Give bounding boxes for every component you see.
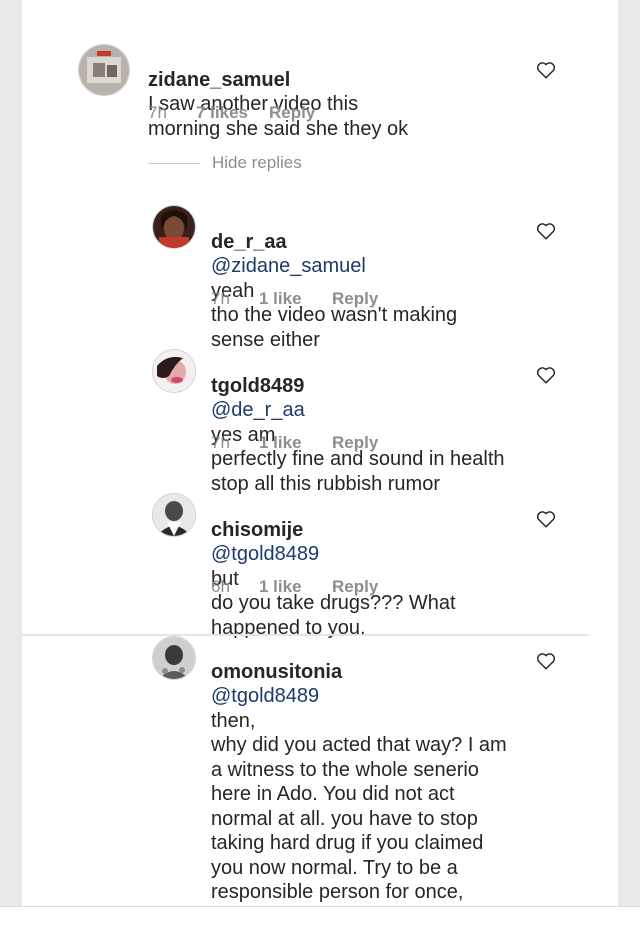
reply-button[interactable]: Reply bbox=[332, 577, 378, 597]
cropped-previous-comment bbox=[172, 0, 472, 4]
avatar[interactable] bbox=[152, 493, 196, 537]
left-edge bbox=[0, 0, 22, 906]
comment-mention[interactable]: @zidane_samuel bbox=[211, 255, 366, 277]
heart-icon[interactable] bbox=[536, 222, 556, 240]
heart-icon[interactable] bbox=[536, 510, 556, 528]
avatar[interactable] bbox=[152, 205, 196, 249]
comment-time: 7h bbox=[211, 433, 230, 452]
comment-username[interactable]: zidane_samuel bbox=[148, 69, 290, 91]
hide-replies-label[interactable]: Hide replies bbox=[212, 153, 302, 173]
comment-likes[interactable]: 1 like bbox=[259, 577, 332, 597]
comment-username[interactable]: tgold8489 bbox=[211, 375, 304, 397]
reply-button[interactable]: Reply bbox=[332, 289, 378, 309]
avatar[interactable] bbox=[152, 636, 196, 680]
avatar[interactable] bbox=[78, 44, 130, 96]
comment-time: 6h bbox=[211, 577, 230, 596]
comment-time: 7h bbox=[148, 103, 167, 122]
heart-icon[interactable] bbox=[536, 61, 556, 79]
comment-likes[interactable]: 7 likes bbox=[196, 103, 269, 123]
comment-mention[interactable]: @de_r_aa bbox=[211, 399, 305, 421]
comment-username[interactable]: omonusitonia bbox=[211, 661, 342, 683]
reply-button[interactable]: Reply bbox=[269, 103, 315, 123]
right-edge bbox=[618, 0, 640, 906]
comment-username[interactable]: de_r_aa bbox=[211, 231, 287, 253]
comment-text: then, why did you acted that way? I am a… bbox=[211, 709, 507, 907]
heart-icon[interactable] bbox=[536, 652, 556, 670]
bottom-band bbox=[0, 906, 640, 935]
comment-likes[interactable]: 1 like bbox=[259, 289, 332, 309]
comments-panel: zidane_samuel I saw another video this m… bbox=[22, 0, 618, 906]
comment-username[interactable]: chisomije bbox=[211, 519, 303, 541]
comment-time: 7h bbox=[211, 289, 230, 308]
comment-mention[interactable]: @tgold8489 bbox=[211, 685, 319, 707]
divider bbox=[148, 162, 200, 164]
heart-icon[interactable] bbox=[536, 366, 556, 384]
avatar[interactable] bbox=[152, 349, 196, 393]
comment-likes[interactable]: 1 like bbox=[259, 433, 332, 453]
comment-mention[interactable]: @tgold8489 bbox=[211, 543, 319, 565]
hide-replies-toggle[interactable]: Hide replies bbox=[148, 153, 302, 173]
reply-button[interactable]: Reply bbox=[332, 433, 378, 453]
